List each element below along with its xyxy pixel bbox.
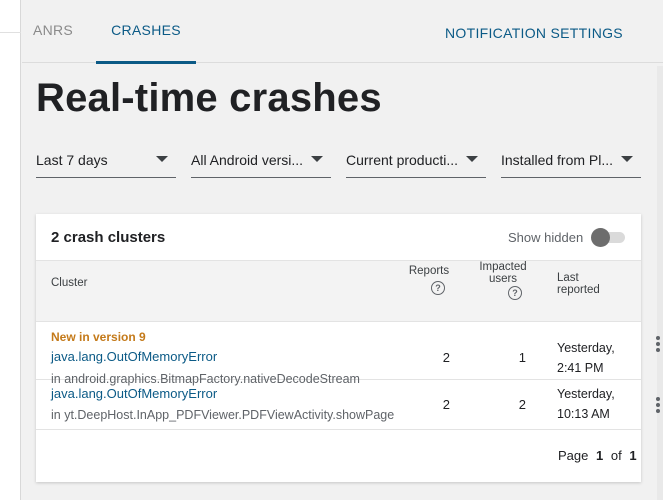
pager-total: 1 bbox=[629, 448, 637, 463]
help-icon[interactable]: ? bbox=[508, 286, 522, 300]
error-link[interactable]: java.lang.OutOfMemoryError bbox=[51, 349, 217, 364]
notification-settings-button[interactable]: NOTIFICATION SETTINGS bbox=[445, 25, 623, 41]
release-filter[interactable]: Current producti... bbox=[346, 144, 486, 178]
table-row[interactable]: New in version 9 java.lang.OutOfMemoryEr… bbox=[36, 322, 641, 386]
chevron-down-icon bbox=[466, 156, 478, 162]
tab-crashes-label: CRASHES bbox=[111, 22, 181, 38]
pager-separator: of bbox=[610, 448, 622, 463]
column-header-cluster[interactable]: Cluster bbox=[51, 277, 87, 289]
column-header-impacted-users-line1: Impacted bbox=[479, 261, 527, 273]
tab-anrs[interactable]: ANRS bbox=[22, 0, 84, 63]
last-reported-clock: 2:41 PM bbox=[557, 361, 604, 375]
tab-anrs-label: ANRS bbox=[32, 22, 74, 38]
chevron-down-icon bbox=[156, 156, 168, 162]
more-vert-icon[interactable] bbox=[655, 397, 661, 415]
active-tab-indicator bbox=[96, 61, 196, 64]
sidebar-divider bbox=[0, 32, 21, 33]
card-header: 2 crash clusters Show hidden bbox=[36, 214, 641, 260]
reports-count: 2 bbox=[442, 350, 450, 365]
column-header-last-reported[interactable]: Last reported bbox=[557, 272, 600, 296]
help-icon[interactable]: ? bbox=[431, 281, 445, 295]
tab-crashes[interactable]: CRASHES bbox=[96, 0, 196, 64]
page-title: Real-time crashes bbox=[36, 76, 382, 120]
chevron-down-icon bbox=[621, 156, 633, 162]
reports-count: 2 bbox=[442, 397, 450, 412]
column-header-impacted-users-line2: users bbox=[488, 273, 518, 285]
cluster-count: 2 crash clusters bbox=[51, 229, 166, 246]
crash-clusters-card: 2 crash clusters Show hidden Cluster Rep… bbox=[36, 214, 641, 482]
date-range-filter[interactable]: Last 7 days bbox=[36, 144, 176, 178]
pagination: Page 1 of 1 bbox=[558, 448, 641, 463]
filter-label: Installed from Pl... bbox=[501, 152, 614, 168]
last-reported-date: Yesterday, bbox=[557, 387, 615, 401]
install-source-filter[interactable]: Installed from Pl... bbox=[501, 144, 641, 178]
last-reported-date: Yesterday, bbox=[557, 341, 615, 355]
filter-label: Current producti... bbox=[346, 152, 459, 168]
filter-label: All Android versi... bbox=[191, 152, 304, 168]
impacted-users-count: 2 bbox=[518, 397, 526, 412]
column-header-impacted-users[interactable]: Impacted users bbox=[474, 261, 532, 285]
column-header-reports[interactable]: Reports bbox=[406, 265, 452, 277]
column-header-last-reported-line1: Last bbox=[557, 272, 579, 284]
last-reported-clock: 10:13 AM bbox=[557, 407, 610, 421]
error-link[interactable]: java.lang.OutOfMemoryError bbox=[51, 386, 217, 401]
impacted-users-count: 1 bbox=[518, 350, 526, 365]
more-vert-icon[interactable] bbox=[655, 336, 661, 354]
filter-label: Last 7 days bbox=[36, 152, 108, 168]
show-hidden-label: Show hidden bbox=[508, 230, 584, 245]
chevron-down-icon bbox=[311, 156, 323, 162]
pager-current: 1 bbox=[596, 448, 604, 463]
error-location: in yt.DeepHost.InApp_PDFViewer.PDFViewAc… bbox=[51, 408, 395, 422]
table-row[interactable]: java.lang.OutOfMemoryError in yt.DeepHos… bbox=[36, 380, 641, 430]
toggle-thumb bbox=[591, 228, 610, 247]
new-in-version-badge: New in version 9 bbox=[51, 330, 146, 344]
column-header-last-reported-line2: reported bbox=[557, 284, 600, 296]
last-reported-time: Yesterday, 10:13 AM bbox=[557, 384, 615, 424]
pager-prefix: Page bbox=[558, 448, 589, 463]
show-hidden-toggle[interactable] bbox=[591, 228, 627, 247]
last-reported-time: Yesterday, 2:41 PM bbox=[557, 338, 615, 378]
android-version-filter[interactable]: All Android versi... bbox=[191, 144, 331, 178]
left-sidebar bbox=[0, 0, 21, 500]
scrollbar-track[interactable] bbox=[657, 66, 663, 500]
table-header bbox=[36, 260, 641, 322]
